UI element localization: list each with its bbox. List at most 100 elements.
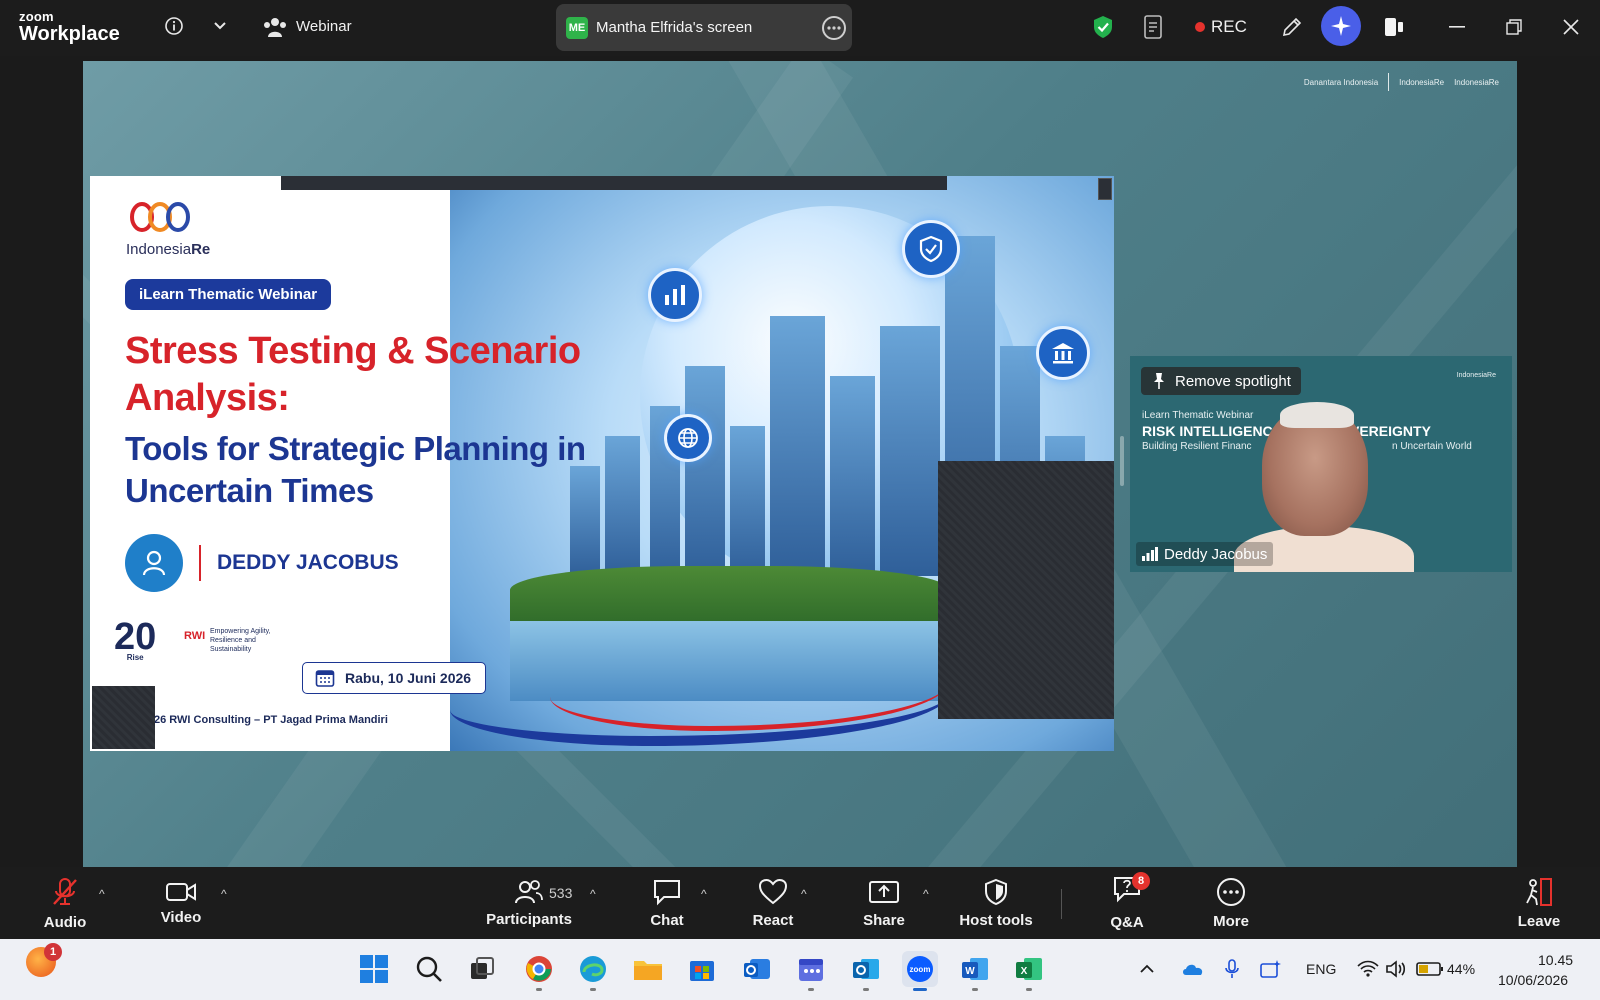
indonesiare-rings-icon bbox=[130, 202, 190, 232]
brand-big: Workplace bbox=[19, 23, 120, 45]
input-language[interactable]: ENG bbox=[1306, 961, 1336, 977]
minimize-icon[interactable] bbox=[1442, 14, 1472, 40]
video-options-caret-icon[interactable]: ^ bbox=[221, 887, 227, 901]
video-camera-icon bbox=[166, 882, 196, 901]
host-tools-label: Host tools bbox=[959, 911, 1033, 929]
globe-icon bbox=[664, 414, 712, 462]
word-icon[interactable]: W bbox=[957, 951, 993, 991]
spotlight-video-tile[interactable]: iLearn Thematic Webinar RISK INTELLIGENC… bbox=[1130, 356, 1512, 572]
outlook-icon[interactable] bbox=[848, 951, 884, 991]
participants-label: Participants bbox=[486, 910, 572, 928]
calendar-app-icon[interactable] bbox=[793, 951, 829, 991]
windows-taskbar: 1 zoom W X ENG 44% 10.45 10/06/2026 bbox=[0, 939, 1600, 1000]
app-running-indicator bbox=[536, 988, 542, 991]
zoom-app-icon[interactable]: zoom bbox=[902, 951, 938, 991]
participants-options-caret-icon[interactable]: ^ bbox=[590, 887, 596, 901]
battery-percent: 44% bbox=[1447, 961, 1476, 977]
trees-graphic bbox=[510, 566, 950, 626]
panel-resize-handle[interactable] bbox=[1120, 436, 1124, 486]
edge-icon[interactable] bbox=[575, 951, 611, 991]
rec-label: REC bbox=[1211, 17, 1247, 36]
share-button[interactable]: Share bbox=[859, 867, 909, 939]
indonesiare-logo-secondary: IndonesiaRe bbox=[1454, 77, 1499, 87]
windows-start-icon[interactable] bbox=[356, 951, 392, 987]
indonesiare-wordmark: IndonesiaRe bbox=[126, 241, 211, 258]
search-icon[interactable] bbox=[411, 951, 447, 987]
host-shield-icon bbox=[985, 878, 1007, 905]
person-icon bbox=[125, 534, 183, 592]
restore-window-icon[interactable] bbox=[1499, 14, 1529, 40]
more-button[interactable]: More bbox=[1206, 867, 1256, 939]
video-bg-logo: IndonesiaRe bbox=[1456, 372, 1496, 379]
participants-button[interactable]: Participants bbox=[486, 867, 572, 939]
clock-date[interactable]: 10/06/2026 bbox=[1498, 972, 1568, 988]
more-label: More bbox=[1213, 912, 1249, 930]
chat-button[interactable]: Chat bbox=[642, 867, 692, 939]
webinar-series-badge: iLearn Thematic Webinar bbox=[125, 279, 332, 310]
react-options-caret-icon[interactable]: ^ bbox=[801, 887, 807, 901]
video-label: Video bbox=[160, 908, 202, 926]
ai-companion-button[interactable] bbox=[1321, 6, 1361, 46]
leave-button[interactable]: Leave bbox=[1514, 867, 1564, 939]
volume-icon[interactable] bbox=[1384, 951, 1408, 987]
microsoft-store-icon[interactable] bbox=[684, 951, 720, 987]
host-tools-button[interactable]: Host tools bbox=[956, 867, 1036, 939]
video-button[interactable]: Video bbox=[156, 867, 206, 939]
security-shield-icon[interactable] bbox=[1090, 14, 1116, 40]
qa-icon-wrap: 8 bbox=[1112, 872, 1150, 908]
wifi-icon[interactable] bbox=[1356, 951, 1380, 987]
brand-small: zoom bbox=[19, 9, 54, 24]
side-panel-icon[interactable] bbox=[1380, 13, 1408, 41]
close-window-icon[interactable] bbox=[1556, 14, 1586, 40]
share-screen-icon bbox=[869, 880, 899, 903]
speaker-divider bbox=[199, 545, 201, 581]
microphone-icon[interactable] bbox=[1220, 951, 1244, 987]
more-options-icon[interactable] bbox=[822, 16, 846, 40]
svg-text:X: X bbox=[1021, 966, 1028, 977]
video-bg-line1: iLearn Thematic Webinar bbox=[1142, 410, 1254, 421]
annotate-pencil-icon[interactable] bbox=[1278, 13, 1306, 41]
zoom-workplace-logo: zoom Workplace bbox=[19, 10, 120, 44]
slide-top-mask bbox=[281, 176, 947, 190]
battery-icon[interactable] bbox=[1415, 951, 1445, 987]
slide-redaction-mask bbox=[938, 461, 1114, 719]
sparkle-icon bbox=[1331, 16, 1351, 36]
react-button[interactable]: React bbox=[748, 867, 798, 939]
speaker-name: DEDDY JACOBUS bbox=[217, 551, 399, 574]
onedrive-icon[interactable] bbox=[1180, 951, 1206, 987]
tray-overflow-chevron-icon[interactable] bbox=[1136, 951, 1158, 987]
task-view-icon[interactable] bbox=[464, 951, 500, 987]
excel-icon[interactable]: X bbox=[1011, 951, 1047, 991]
webinar-attendees-icon bbox=[262, 14, 288, 40]
speaker-hair bbox=[1280, 402, 1354, 428]
chat-options-caret-icon[interactable]: ^ bbox=[701, 887, 707, 901]
info-icon[interactable] bbox=[162, 14, 186, 38]
svg-text:zoom: zoom bbox=[910, 965, 931, 974]
anniversary-logo: 20 Rise bbox=[114, 616, 156, 662]
danantara-logo: Danantara Indonesia bbox=[1303, 77, 1379, 87]
shield-check-icon bbox=[902, 220, 960, 278]
screen-share-indicator[interactable]: ME Mantha Elfrida's screen bbox=[556, 4, 852, 51]
recording-indicator[interactable]: REC bbox=[1195, 17, 1247, 37]
qa-button[interactable]: 8 Q&A bbox=[1102, 867, 1152, 939]
chat-label: Chat bbox=[650, 911, 684, 929]
recording-dot-icon bbox=[1195, 22, 1205, 32]
file-explorer-icon[interactable] bbox=[630, 951, 666, 987]
clock-time[interactable]: 10.45 bbox=[1538, 952, 1573, 968]
event-date: Rabu, 10 Juni 2026 bbox=[345, 670, 472, 686]
audio-button[interactable]: Audio bbox=[40, 867, 90, 939]
remove-spotlight-label: Remove spotlight bbox=[1175, 372, 1291, 390]
copilot-tray-icon[interactable] bbox=[1258, 951, 1284, 987]
notes-icon[interactable] bbox=[1140, 13, 1166, 41]
outlook-new-icon[interactable] bbox=[739, 951, 775, 987]
video-bg-line3b: n Uncertain World bbox=[1392, 441, 1472, 452]
chevron-down-icon[interactable] bbox=[208, 14, 232, 38]
svg-text:W: W bbox=[965, 966, 975, 977]
audio-options-caret-icon[interactable]: ^ bbox=[99, 887, 105, 901]
chrome-icon[interactable] bbox=[521, 951, 557, 991]
widgets-weather-icon[interactable]: 1 bbox=[26, 943, 62, 977]
remove-spotlight-button[interactable]: Remove spotlight bbox=[1141, 367, 1301, 395]
share-options-caret-icon[interactable]: ^ bbox=[923, 887, 929, 901]
chat-bubble-icon bbox=[654, 879, 680, 905]
heart-icon bbox=[758, 878, 788, 904]
